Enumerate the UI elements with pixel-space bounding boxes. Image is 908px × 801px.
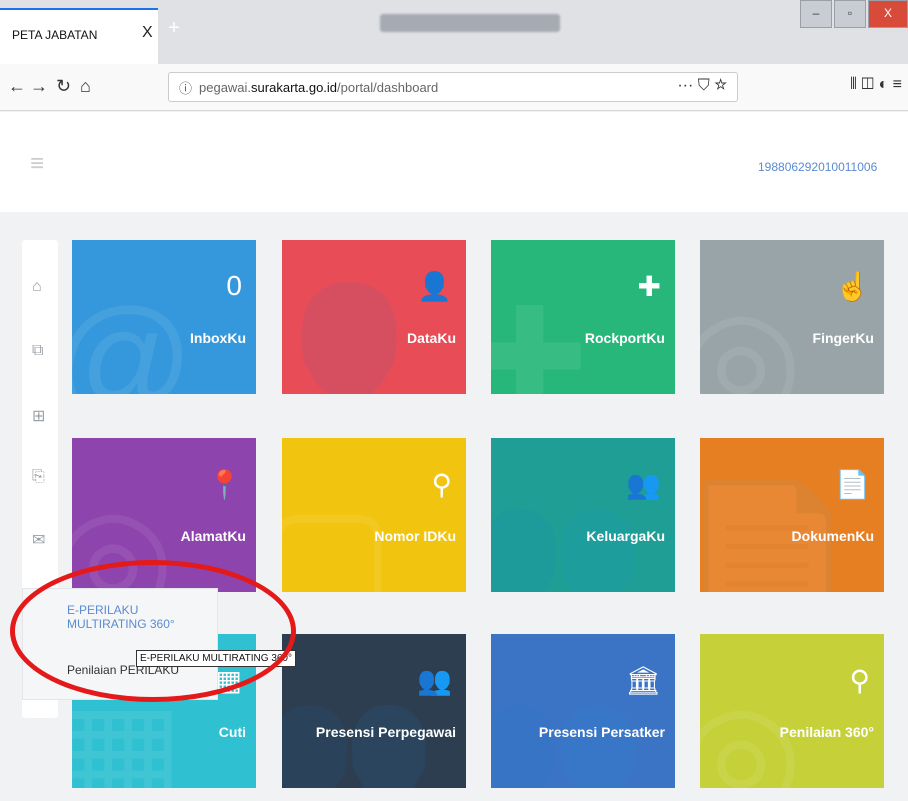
documents-icon[interactable]: ⎘ <box>32 468 45 486</box>
forward-icon[interactable]: → <box>30 76 48 97</box>
user-id[interactable]: 198806292010011006 <box>758 160 877 174</box>
tile-bg-icon: @ <box>72 278 194 394</box>
tile-icon: ⚲ <box>849 665 870 696</box>
tile-label: FingerKu <box>812 330 874 346</box>
tile-icon: 👥 <box>626 469 661 500</box>
back-icon[interactable]: ← <box>8 76 26 97</box>
browser-tab[interactable]: PETA JABATAN X <box>0 8 158 64</box>
tile-label: Nomor IDKu <box>374 528 456 544</box>
tile-label: AlamatKu <box>180 528 246 544</box>
window-controls: – ▫ X <box>798 0 908 28</box>
tile-icon: 0 <box>226 270 242 301</box>
window-close-button[interactable]: X <box>868 0 908 28</box>
tile-label: DataKu <box>406 330 456 346</box>
new-tab-button[interactable]: + <box>162 16 186 40</box>
tile-rockportku[interactable]: ✚ ✚ RockportKu <box>491 240 675 394</box>
tile-icon: 👤 <box>417 271 452 302</box>
url-text: pegawai.surakarta.go.id/portal/dashboard <box>199 80 439 95</box>
tile-label: KeluargaKu <box>586 528 665 544</box>
reload-icon[interactable]: ↻ <box>56 76 71 97</box>
tile-inboxku[interactable]: @0 InboxKu <box>72 240 256 394</box>
url-actions[interactable]: ··· ⛉ ☆ <box>677 77 727 95</box>
tile-icon: 🏛 <box>625 665 661 696</box>
minimize-button[interactable]: – <box>800 0 832 28</box>
tile-icon: ⚲ <box>431 469 452 500</box>
tile-penilaian-360-[interactable]: ◎ ⚲ Penilaian 360° <box>700 634 884 788</box>
tile-nomor-idku[interactable]: ▢ ⚲ Nomor IDKu <box>282 438 466 592</box>
home-icon[interactable]: ⌂ <box>80 76 91 97</box>
tile-label: Presensi Persatker <box>538 724 665 740</box>
tile-label: InboxKu <box>190 330 246 346</box>
layers-icon[interactable]: ⧉ <box>32 342 43 360</box>
browser-nav-bar: ← → ↻ ⌂ ⓘ pegawai.surakarta.go.id/portal… <box>0 64 908 111</box>
window-title-blurred <box>380 14 560 32</box>
tile-icon: 👥 <box>417 665 452 696</box>
tile-label: Penilaian 360° <box>779 724 874 740</box>
tile-label: RockportKu <box>584 330 665 346</box>
tile-label: Cuti <box>218 724 246 740</box>
tile-label: DokumenKu <box>791 528 874 544</box>
tab-title: PETA JABATAN <box>12 28 98 42</box>
tile-bg-icon: ◎ <box>700 280 803 394</box>
home-icon[interactable]: ⌂ <box>32 278 42 296</box>
tile-bg-icon: ✚ <box>491 280 589 394</box>
highlight-ellipse <box>10 560 296 702</box>
address-bar[interactable]: ⓘ pegawai.surakarta.go.id/portal/dashboa… <box>168 72 738 102</box>
site-info-icon[interactable]: ⓘ <box>179 78 192 97</box>
menu-icon[interactable]: ≡ <box>30 150 44 178</box>
tile-dokumenku[interactable]: 📄 📄 DokumenKu <box>700 438 884 592</box>
tile-dataku[interactable]: 👤 👤 DataKu <box>282 240 466 394</box>
tile-fingerku[interactable]: ◎ ☝ FingerKu <box>700 240 884 394</box>
medical-kit-icon[interactable]: ⊞ <box>32 406 45 426</box>
page-header: ≡ 198806292010011006 <box>0 112 908 212</box>
tile-icon: ✚ <box>637 271 661 302</box>
tile-icon: 📍 <box>207 469 242 500</box>
tile-icon: ☝ <box>835 271 870 302</box>
tile-presensi-perpegawai[interactable]: 👥 👥 Presensi Perpegawai <box>282 634 466 788</box>
toolbar-icons[interactable]: ⫴ ◫ ◐ ≡ <box>850 76 902 94</box>
maximize-button[interactable]: ▫ <box>834 0 866 28</box>
tile-label: Presensi Perpegawai <box>315 724 456 740</box>
tile-icon: 📄 <box>835 469 870 500</box>
tile-presensi-persatker[interactable]: 👥 🏛 Presensi Persatker <box>491 634 675 788</box>
mail-icon[interactable]: ✉ <box>32 530 45 550</box>
tab-close-button[interactable]: X <box>142 24 153 42</box>
browser-tab-bar: PETA JABATAN X + – ▫ X <box>0 0 908 64</box>
tile-keluargaku[interactable]: 👥 👥 KeluargaKu <box>491 438 675 592</box>
